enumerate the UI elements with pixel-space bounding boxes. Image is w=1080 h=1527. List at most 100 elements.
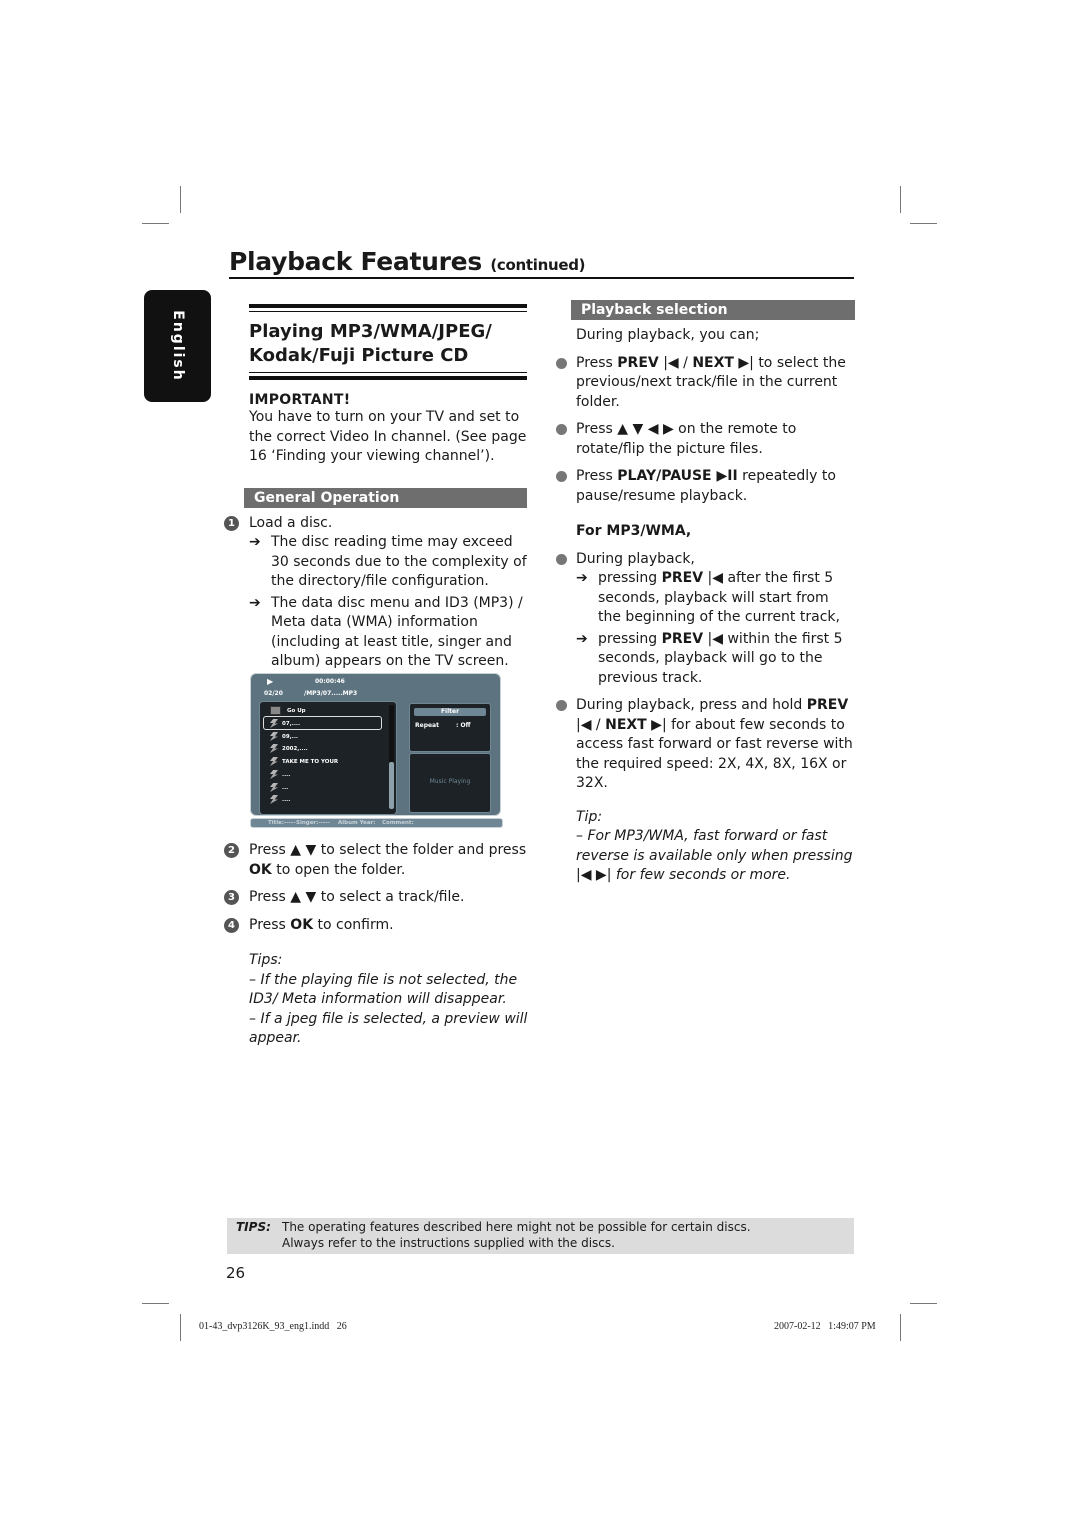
section-title: Playing MP3/WMA/JPEG/ Kodak/Fuji Picture… — [249, 320, 527, 368]
track-counter: 02/20 — [264, 690, 283, 697]
status-comment: Comment: — [382, 820, 414, 826]
bullet-item: During playback, ➔ pressing PREV |◀ afte… — [556, 550, 855, 689]
bullet-text: |◀ / — [658, 354, 693, 371]
list-item-label: .... — [282, 772, 291, 778]
step-note-text: The data disc menu and ID3 (MP3) / Meta … — [271, 594, 523, 670]
crop-mark — [180, 186, 181, 213]
page-title-suffix: (continued) — [490, 256, 586, 274]
arrow-icon: ➔ — [576, 570, 588, 586]
playback-selection-bar: Playback selection — [571, 300, 855, 320]
list-item: 07,.... — [270, 719, 300, 728]
ok-key-label: OK — [249, 861, 272, 878]
repeat-value: : Off — [456, 722, 471, 729]
step-2: 2 Press ▲ ▼ to select the folder and pre… — [224, 841, 529, 880]
language-tab: English — [144, 290, 211, 402]
tip-text: – For MP3/WMA, fast forward or fast reve… — [576, 828, 853, 883]
list-item: Go Up — [270, 706, 306, 715]
step-note: ➔ The data disc menu and ID3 (MP3) / Met… — [249, 594, 527, 672]
crop-mark — [180, 1314, 181, 1341]
bullet-icon — [556, 424, 567, 435]
tv-status-bar: Title:----- Singer:----- Album Year: Com… — [250, 818, 503, 828]
tips-box: TIPS: The operating features described h… — [227, 1218, 854, 1254]
page-title-text: Playback Features — [229, 247, 482, 276]
list-item: TAKE ME TO YOUR — [270, 757, 338, 766]
music-file-icon — [270, 795, 278, 804]
left-column-lower: 2 Press ▲ ▼ to select the folder and pre… — [224, 841, 529, 1049]
step-note: ➔ The disc reading time may exceed 30 se… — [249, 533, 527, 592]
arrow-icon: ➔ — [249, 594, 261, 611]
note-text: pressing — [598, 570, 662, 586]
step-text: Press — [249, 916, 291, 933]
slug-date: 2007-02-12 1:49:07 PM — [774, 1321, 876, 1332]
next-key-label: NEXT — [692, 354, 734, 371]
title-rule — [229, 277, 854, 279]
bullet-list: Press PREV |◀ / NEXT ▶| to select the pr… — [556, 354, 855, 886]
section-title-line: Playing MP3/WMA/JPEG/ — [249, 321, 492, 342]
status-singer: Singer:----- — [296, 820, 330, 826]
bullet-item: Press ▲ ▼ ◀ ▶ on the remote to rotate/fl… — [556, 420, 855, 459]
tip-item: – If the playing file is not selected, t… — [249, 971, 518, 1008]
list-item: 09,... — [270, 732, 298, 741]
bullet-icon — [556, 700, 567, 711]
music-playing-panel: Music Playing — [409, 753, 491, 813]
bullet-icon — [556, 471, 567, 482]
step-note-text: The disc reading time may exceed 30 seco… — [271, 534, 527, 589]
list-item-label: TAKE ME TO YOUR — [282, 759, 339, 765]
bullet-text: Press — [576, 354, 618, 371]
step-1: 1 Load a disc. ➔ The disc reading time m… — [224, 514, 527, 672]
prev-key-label: PREV — [617, 354, 659, 371]
tv-screen-image: ▶ 00:00:46 02/20 /MP3/07.....MP3 Go Up 0… — [250, 673, 501, 816]
list-item: .... — [270, 770, 290, 779]
bullet-note: ➔ pressing PREV |◀ after the first 5 sec… — [576, 569, 855, 628]
music-file-icon — [270, 757, 278, 766]
list-item: ... — [270, 783, 288, 792]
step-text: Press ▲ ▼ to select a track/file. — [249, 889, 465, 905]
repeat-label: Repeat — [415, 722, 439, 729]
list-item-label: 2002,.... — [282, 746, 308, 752]
step-3: 3 Press ▲ ▼ to select a track/file. — [224, 888, 529, 908]
bullet-item: During playback, press and hold PREV |◀ … — [556, 696, 855, 794]
language-tab-label: English — [169, 310, 186, 382]
tip-item: – If a jpeg file is selected, a preview … — [249, 1010, 528, 1047]
right-column: Playback selection During playback, you … — [556, 300, 855, 886]
ok-key-label: OK — [290, 916, 314, 933]
tip-label: Tip: — [576, 808, 603, 825]
tips-line: The operating features described here mi… — [282, 1220, 751, 1234]
music-file-icon — [270, 732, 278, 741]
bullet-text: |◀ / — [576, 716, 606, 733]
intro-text: During playback, you can; — [576, 327, 760, 343]
list-item-label: .... — [282, 797, 291, 803]
slug-file: 01-43_dvp3126K_93_eng1.indd 26 — [199, 1321, 347, 1332]
tips-line: Always refer to the instructions supplie… — [282, 1236, 615, 1250]
prev-key-label: PREV — [661, 630, 704, 647]
play-pause-key-label: PLAY/PAUSE ▶II — [617, 468, 738, 484]
music-status: Music Playing — [429, 778, 471, 785]
step-text: to open the folder. — [271, 861, 406, 878]
step-text: to confirm. — [313, 916, 394, 933]
music-file-icon — [270, 783, 278, 792]
bullet-text: Press — [576, 468, 618, 484]
status-album-year: Album Year: — [338, 820, 376, 826]
bullet-item: Press PREV |◀ / NEXT ▶| to select the pr… — [556, 354, 855, 413]
bullet-icon — [556, 357, 567, 369]
left-column: Playing MP3/WMA/JPEG/ Kodak/Fuji Picture… — [224, 300, 527, 672]
music-file-icon — [270, 744, 278, 753]
section-rule-bottom — [249, 372, 527, 380]
next-key-label: NEXT — [605, 716, 647, 733]
page-title: Playback Features (continued) — [229, 247, 586, 276]
list-item-label: Go Up — [287, 708, 306, 714]
bullet-icon — [556, 553, 567, 565]
status-title: Title:----- — [268, 820, 296, 826]
filter-panel: Filter Repeat : Off — [409, 703, 491, 752]
list-item: 2002,.... — [270, 744, 308, 753]
step-number: 3 — [224, 890, 239, 905]
general-operation-bar: General Operation — [244, 487, 527, 508]
page-number: 26 — [226, 1264, 246, 1282]
crop-mark — [142, 1303, 169, 1304]
crop-mark — [900, 1314, 901, 1341]
arrow-icon: ➔ — [576, 630, 588, 647]
important-label: IMPORTANT! — [249, 392, 351, 408]
play-icon: ▶ — [267, 677, 274, 686]
list-item-label: 09,... — [282, 734, 299, 740]
crop-mark — [910, 1303, 937, 1304]
